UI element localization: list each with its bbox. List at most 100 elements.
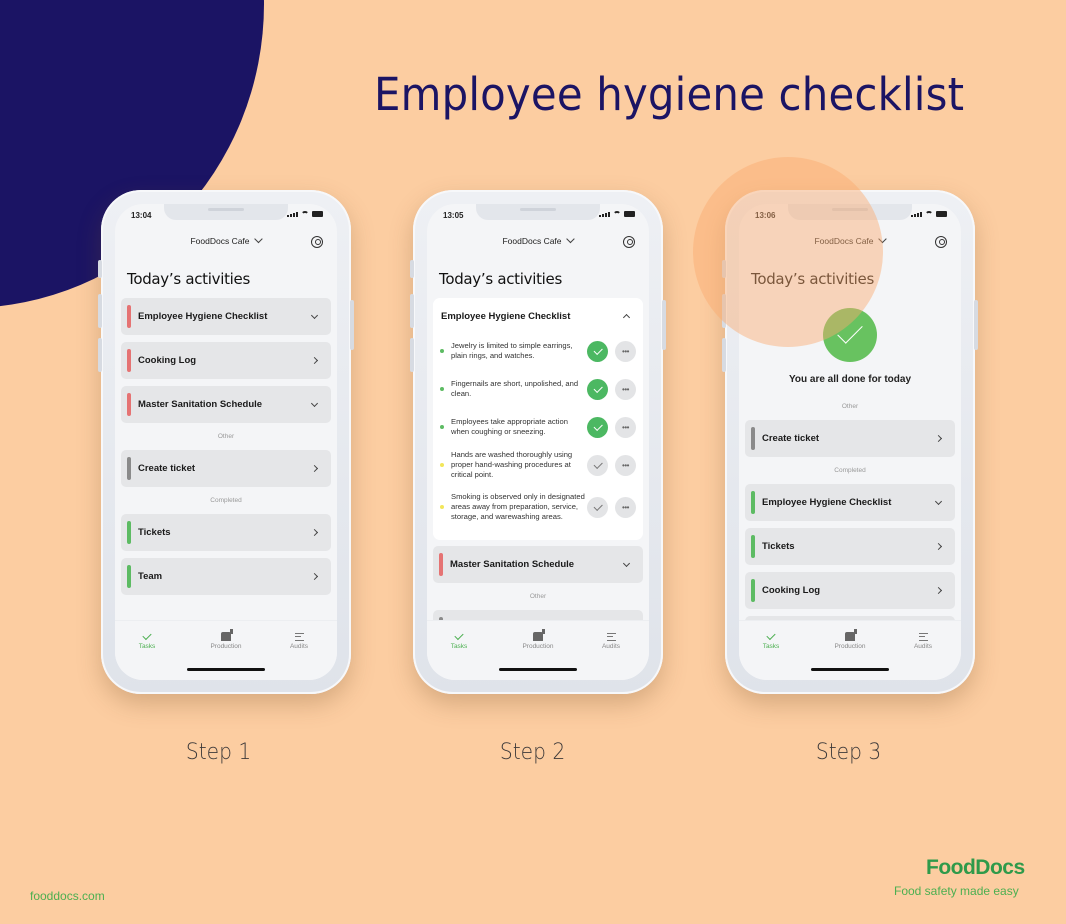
check-icon <box>454 630 464 641</box>
nav-production[interactable]: Production <box>508 629 568 650</box>
done-message: You are all done for today <box>788 374 912 385</box>
status-time: 13:06 <box>755 211 776 220</box>
task-create-ticket[interactable]: Create ticket <box>745 420 955 457</box>
checklist-header[interactable]: Employee Hygiene Checklist <box>433 306 643 326</box>
status-dot <box>440 463 444 467</box>
confirm-button[interactable] <box>587 340 608 362</box>
more-options-button[interactable]: ••• <box>615 496 636 518</box>
step-label-1: Step 1 <box>185 740 252 765</box>
more-options-button[interactable]: ••• <box>615 340 636 362</box>
task-cooking-log[interactable]: Cooking Log <box>121 342 331 379</box>
bottom-nav: Tasks Production Audits <box>739 620 961 680</box>
confirm-button[interactable] <box>587 454 608 476</box>
status-bar <box>127 393 131 416</box>
profile-icon[interactable] <box>623 236 635 248</box>
more-options-button[interactable]: ••• <box>615 416 636 438</box>
screen: 13:04 FoodDocs Cafe Today’s activities E… <box>115 204 337 680</box>
checklist-item: Smoking is observed only in designated a… <box>433 484 643 530</box>
task-cooking-log[interactable]: Cooking Log <box>745 572 955 609</box>
chevron-down-icon <box>310 311 319 319</box>
battery-icon <box>312 211 323 217</box>
battery-icon <box>624 211 635 217</box>
signal-icon <box>911 212 922 217</box>
production-icon <box>845 629 857 641</box>
status-dot <box>440 349 444 353</box>
all-done-check-icon <box>823 308 877 362</box>
checklist-item: Employees take appropriate action when c… <box>433 408 643 446</box>
chevron-right-icon <box>934 542 943 551</box>
wifi-icon <box>925 211 933 217</box>
profile-icon[interactable] <box>935 236 947 248</box>
nav-production[interactable]: Production <box>196 629 256 650</box>
check-icon <box>593 459 602 469</box>
more-options-button[interactable]: ••• <box>615 378 636 400</box>
status-bar <box>751 491 755 514</box>
chevron-down-icon <box>254 234 263 244</box>
nav-tasks[interactable]: Tasks <box>429 629 489 650</box>
signal-icon <box>599 212 610 217</box>
audits-icon <box>918 633 928 641</box>
step-label-3: Step 3 <box>815 740 882 765</box>
status-bar <box>751 535 755 558</box>
chevron-right-icon <box>310 356 319 365</box>
task-create-ticket[interactable]: Create ticket <box>121 450 331 487</box>
chevron-right-icon <box>934 434 943 443</box>
checklist-item: Jewelry is limited to simple earrings, p… <box>433 332 643 370</box>
status-bar <box>751 427 755 450</box>
production-icon <box>533 629 545 641</box>
status-bar <box>127 305 131 328</box>
status-bar <box>751 579 755 602</box>
home-indicator <box>499 668 577 671</box>
chevron-right-icon <box>310 464 319 473</box>
home-indicator <box>811 668 889 671</box>
confirm-button[interactable] <box>587 378 608 400</box>
task-employee-hygiene[interactable]: Employee Hygiene Checklist <box>121 298 331 335</box>
status-bar <box>127 565 131 588</box>
section-other: Other <box>217 433 235 440</box>
location-selector[interactable]: FoodDocs Cafe <box>502 234 575 246</box>
task-tickets[interactable]: Tickets <box>745 528 955 565</box>
task-tickets[interactable]: Tickets <box>121 514 331 551</box>
task-master-sanitation[interactable]: Master Sanitation Schedule <box>121 386 331 423</box>
nav-audits[interactable]: Audits <box>581 629 641 650</box>
location-selector[interactable]: FoodDocs Cafe <box>814 234 887 246</box>
tagline: Food safety made easy <box>894 884 1019 898</box>
status-bar <box>127 349 131 372</box>
page-title: Today’s activities <box>439 270 562 288</box>
home-indicator <box>187 668 265 671</box>
check-icon <box>593 383 602 393</box>
status-time: 13:05 <box>443 211 464 220</box>
status-icons <box>599 211 635 217</box>
bottom-nav: Tasks Production Audits <box>115 620 337 680</box>
task-employee-hygiene[interactable]: Employee Hygiene Checklist <box>745 484 955 521</box>
notch <box>788 204 912 220</box>
nav-tasks[interactable]: Tasks <box>741 629 801 650</box>
status-dot <box>440 505 444 509</box>
status-bar <box>127 521 131 544</box>
screen: 13:05 FoodDocs Cafe Today’s activities E… <box>427 204 649 680</box>
confirm-button[interactable] <box>587 416 608 438</box>
check-icon <box>766 630 776 641</box>
website-link[interactable]: fooddocs.com <box>30 889 105 903</box>
more-options-button[interactable]: ••• <box>615 454 636 476</box>
check-icon <box>593 345 602 355</box>
profile-icon[interactable] <box>311 236 323 248</box>
task-team[interactable]: Team <box>121 558 331 595</box>
nav-audits[interactable]: Audits <box>269 629 329 650</box>
confirm-button[interactable] <box>587 496 608 518</box>
status-dot <box>440 425 444 429</box>
check-icon <box>593 421 602 431</box>
chevron-right-icon <box>934 586 943 595</box>
task-master-sanitation[interactable]: Master Sanitation Schedule <box>433 546 643 583</box>
nav-audits[interactable]: Audits <box>893 629 953 650</box>
nav-tasks[interactable]: Tasks <box>117 629 177 650</box>
phone-step-1: 13:04 FoodDocs Cafe Today’s activities E… <box>98 190 354 694</box>
screen: 13:06 FoodDocs Cafe Today’s activities Y… <box>739 204 961 680</box>
chevron-down-icon <box>310 399 319 407</box>
location-selector[interactable]: FoodDocs Cafe <box>190 234 263 246</box>
section-other: Other <box>529 593 547 600</box>
nav-production[interactable]: Production <box>820 629 880 650</box>
status-time: 13:04 <box>131 211 152 220</box>
step-label-2: Step 2 <box>499 740 566 765</box>
wifi-icon <box>613 211 621 217</box>
